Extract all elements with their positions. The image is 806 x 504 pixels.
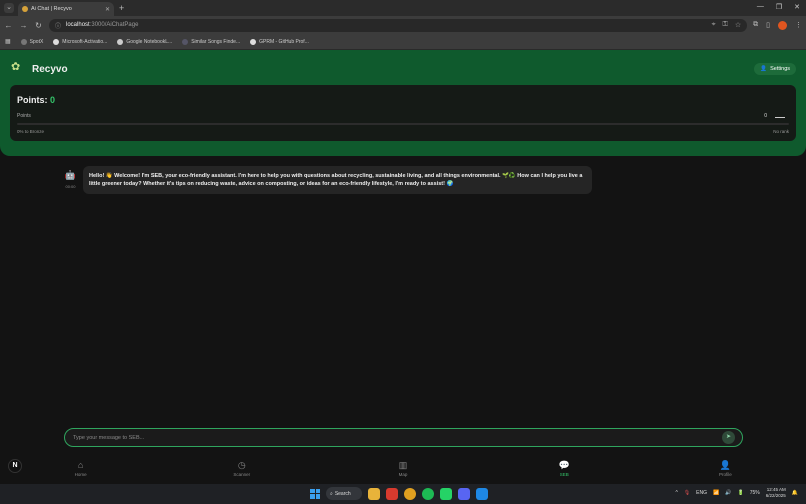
tab-search-icon[interactable]: ⌄	[4, 3, 14, 13]
reload-icon[interactable]: ↻	[34, 21, 43, 30]
github-icon	[250, 38, 257, 45]
bookmark-star-icon[interactable]: ☆	[735, 21, 741, 29]
github-icon	[53, 38, 60, 45]
volume-icon[interactable]: 🔊	[725, 490, 731, 496]
minimize-icon[interactable]: —	[757, 3, 764, 11]
nav-seb[interactable]: 💬 SEB	[484, 453, 645, 484]
tab-close-icon[interactable]: ✕	[105, 6, 110, 13]
window-controls: — ❐ ✕	[757, 3, 800, 11]
brand-name: Recyvo	[32, 64, 68, 75]
bottom-nav: ⌂ Home ◷ Scanner ▥ Map 💬 SEB 👤 Profile	[0, 453, 806, 484]
nav-home[interactable]: ⌂ Home	[0, 453, 161, 484]
file-explorer-icon[interactable]	[368, 487, 380, 500]
battery-icon[interactable]: 🔋	[737, 490, 743, 496]
mic-icon[interactable]: 🎙	[684, 490, 690, 496]
app-root: ✿ Recyvo 👤 Settings Points: 0 Points 0 0…	[0, 50, 806, 484]
tab-title: Ai Chat | Recyvo	[31, 6, 72, 12]
notification-bell-icon[interactable]: 🔔	[792, 490, 798, 496]
progress-bar	[17, 123, 789, 125]
user-cog-icon: 👤	[760, 66, 768, 72]
menu-kebab-icon[interactable]: ⋮	[795, 21, 802, 29]
search-icon: ⌕	[330, 490, 333, 497]
browser-tab[interactable]: Ai Chat | Recyvo ✕	[18, 2, 114, 16]
close-window-icon[interactable]: ✕	[794, 3, 800, 11]
chat-icon: 💬	[558, 460, 570, 470]
clock[interactable]: 12:45 AM 6/22/2025	[766, 487, 786, 499]
profile-avatar[interactable]	[778, 20, 787, 30]
new-tab-button[interactable]: +	[119, 3, 124, 13]
robot-icon: 🤖	[64, 170, 77, 180]
bookmark-item[interactable]: GPRM - GitHub Prof...	[250, 38, 309, 45]
browser-toolbar: ← → ↻ ⓘ localhost:3000/AiChatPage ⌖ ⚿ ☆ …	[0, 16, 806, 34]
password-key-icon[interactable]: ⚿	[723, 21, 728, 29]
back-icon[interactable]: ←	[4, 21, 13, 30]
clock-icon: ◷	[237, 460, 246, 470]
apps-grid-icon[interactable]: ▦	[5, 38, 11, 45]
taskbar-search[interactable]: ⌕ Search	[326, 487, 362, 500]
app-red-icon[interactable]	[386, 487, 398, 500]
send-button[interactable]: ➤	[722, 431, 735, 444]
map-icon: ▥	[398, 460, 408, 470]
points-count: 0	[764, 113, 767, 119]
points-label: Points	[17, 113, 31, 119]
rank-label: No rank	[773, 129, 789, 134]
message-input[interactable]	[64, 428, 743, 447]
bookmark-item[interactable]: Microsoft-Activatio...	[53, 38, 107, 45]
bot-message-bubble: Hello! 👋 Welcome! I'm SEB, your eco-frie…	[83, 166, 592, 194]
progress-label: 0% to Bronze	[17, 129, 45, 134]
settings-button[interactable]: 👤 Settings	[754, 63, 796, 75]
address-bar[interactable]: ⓘ localhost:3000/AiChatPage ⌖ ⚿ ☆	[49, 18, 748, 32]
chevron-up-icon[interactable]: ^	[675, 490, 677, 496]
bookmark-item[interactable]: Similar Songs Finde...	[182, 38, 240, 45]
discord-icon[interactable]	[458, 487, 470, 500]
favicon-icon	[22, 6, 28, 12]
nav-profile[interactable]: 👤 Profile	[645, 453, 806, 484]
settings-label: Settings	[770, 66, 790, 72]
bookmarks-bar: ▦ SpotX Microsoft-Activatio... Google No…	[0, 34, 806, 50]
location-icon[interactable]: ⌖	[712, 21, 716, 29]
bookmark-item[interactable]: SpotX	[20, 38, 43, 45]
language-indicator[interactable]: ENG	[696, 490, 707, 496]
wifi-icon[interactable]: 📶	[713, 490, 719, 496]
extensions-icon[interactable]: ⧉	[753, 21, 758, 29]
vscode-icon[interactable]	[476, 487, 488, 500]
windows-start-icon[interactable]	[310, 488, 320, 499]
maximize-icon[interactable]: ❐	[776, 3, 782, 11]
spotify-icon[interactable]	[422, 487, 434, 500]
whatsapp-icon[interactable]	[440, 487, 452, 500]
app-header: ✿ Recyvo 👤 Settings Points: 0 Points 0 0…	[0, 50, 806, 156]
bookmark-item[interactable]: Google NotebookL...	[117, 38, 172, 45]
composer-area: ➤ N ⌂ Home ◷ Scanner ▥ Map 💬 SEB 👤 Profi…	[0, 422, 806, 484]
system-tray: ^ 🎙 ENG 📶 🔊 🔋 75% 12:45 AM 6/22/2025 🔔	[675, 487, 798, 499]
url-path: :3000/AiChatPage	[89, 22, 139, 28]
points-value: 0	[50, 95, 56, 105]
music-icon	[182, 38, 189, 45]
browser-tab-strip: ⌄ Ai Chat | Recyvo ✕ + — ❐ ✕	[0, 0, 806, 16]
recycle-logo-icon: ✿	[11, 61, 21, 73]
forward-icon[interactable]: →	[19, 21, 28, 30]
rank-dash	[775, 117, 785, 118]
battery-percent: 75%	[749, 490, 760, 496]
nav-map[interactable]: ▥ Map	[322, 453, 483, 484]
bookmark-icon	[20, 38, 27, 45]
os-taskbar: ⌕ Search ^ 🎙 ENG 📶 🔊 🔋 75% 12:45 AM 6/22…	[0, 484, 806, 504]
chat-area: 🤖 00:00 Hello! 👋 Welcome! I'm SEB, your …	[0, 156, 806, 422]
notebook-icon	[117, 38, 124, 45]
points-title: Points: 0	[17, 95, 56, 105]
message-time: 00:00	[65, 184, 76, 189]
chrome-icon[interactable]	[404, 487, 416, 500]
home-icon: ⌂	[77, 460, 84, 470]
url-host: localhost	[66, 22, 90, 28]
send-icon: ➤	[725, 434, 732, 440]
site-info-icon[interactable]: ⓘ	[55, 21, 61, 30]
points-card: Points: 0 Points 0 0% to Bronze No rank	[10, 85, 796, 141]
nav-scanner[interactable]: ◷ Scanner	[161, 453, 322, 484]
bot-avatar: 🤖 00:00	[64, 170, 77, 189]
profile-icon: 👤	[719, 460, 732, 470]
sidebar-icon[interactable]: ▯	[766, 21, 770, 29]
